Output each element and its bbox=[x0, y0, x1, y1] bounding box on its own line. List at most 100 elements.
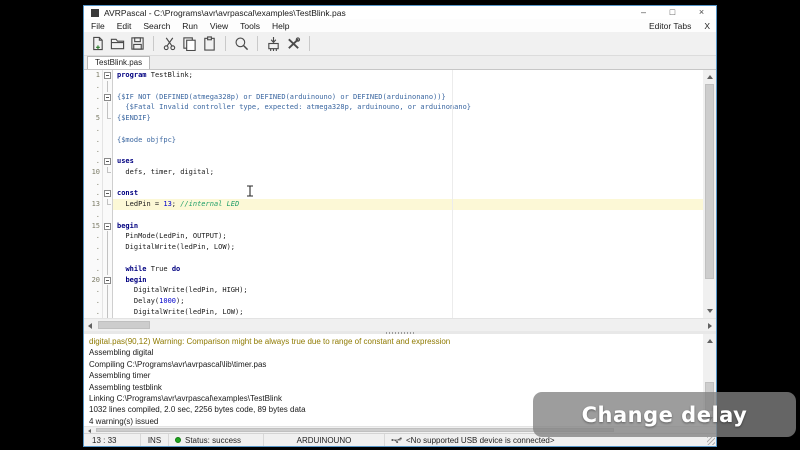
code-line[interactable]: . Delay(1000); bbox=[84, 296, 703, 307]
editor-horizontal-scrollbar-thumb[interactable] bbox=[98, 321, 150, 329]
code-line[interactable]: 5{$ENDIF} bbox=[84, 113, 703, 124]
fold-column[interactable] bbox=[102, 156, 112, 167]
scroll-left-icon[interactable] bbox=[88, 323, 92, 329]
code-text[interactable]: defs, timer, digital; bbox=[113, 167, 703, 178]
code-text[interactable] bbox=[113, 145, 703, 156]
code-text[interactable]: {$IF NOT (DEFINED(atmega328p) or DEFINED… bbox=[113, 92, 703, 103]
editor-tabs-close-button[interactable]: X bbox=[704, 21, 710, 31]
code-text[interactable]: LedPin = 13; //internal LED bbox=[113, 199, 703, 210]
code-line[interactable]: .{$mode objfpc} bbox=[84, 135, 703, 146]
code-line[interactable]: 20 begin bbox=[84, 275, 703, 286]
code-line[interactable]: . bbox=[84, 145, 703, 156]
fold-line bbox=[107, 253, 108, 264]
code-text[interactable] bbox=[113, 81, 703, 92]
scroll-up-icon[interactable] bbox=[707, 339, 713, 343]
code-line[interactable]: .{$IF NOT (DEFINED(atmega328p) or DEFINE… bbox=[84, 92, 703, 103]
code-line[interactable]: . DigitalWrite(ledPin, LOW); bbox=[84, 307, 703, 318]
code-text[interactable] bbox=[113, 210, 703, 221]
fold-column[interactable] bbox=[102, 92, 112, 103]
tab-testblink[interactable]: TestBlink.pas bbox=[87, 56, 150, 69]
scroll-right-icon[interactable] bbox=[708, 323, 712, 329]
code-text[interactable] bbox=[113, 178, 703, 189]
code-line[interactable]: . bbox=[84, 210, 703, 221]
code-text[interactable] bbox=[113, 124, 703, 135]
code-line[interactable]: . bbox=[84, 124, 703, 135]
editor-horizontal-scrollbar[interactable] bbox=[84, 318, 716, 331]
code-line[interactable]: . {$Fatal Invalid controller type, expec… bbox=[84, 102, 703, 113]
menu-run[interactable]: Run bbox=[182, 21, 198, 31]
maximize-button[interactable]: □ bbox=[658, 6, 687, 19]
board-name: ARDUINOUNO bbox=[264, 434, 385, 446]
copy-icon[interactable] bbox=[182, 36, 197, 51]
code-text[interactable]: const bbox=[113, 188, 703, 199]
fold-column[interactable] bbox=[102, 275, 112, 286]
code-line[interactable]: 10 defs, timer, digital; bbox=[84, 167, 703, 178]
editor-vertical-scrollbar[interactable] bbox=[703, 70, 716, 318]
fold-marker-icon[interactable] bbox=[104, 190, 111, 197]
menu-edit[interactable]: Edit bbox=[117, 21, 132, 31]
save-file-icon[interactable] bbox=[130, 36, 145, 51]
code-text[interactable]: begin bbox=[113, 221, 703, 232]
fold-marker-icon[interactable] bbox=[104, 223, 111, 230]
code-text[interactable]: DigitalWrite(ledPin, LOW); bbox=[113, 307, 703, 318]
code-text[interactable] bbox=[113, 253, 703, 264]
gutter: 1 bbox=[84, 70, 113, 81]
resize-grip-icon[interactable] bbox=[707, 437, 715, 445]
code-line[interactable]: . DigitalWrite(ledPin, HIGH); bbox=[84, 285, 703, 296]
search-icon[interactable] bbox=[234, 36, 249, 51]
code-text[interactable]: {$ENDIF} bbox=[113, 113, 703, 124]
menu-help[interactable]: Help bbox=[272, 21, 289, 31]
fold-column[interactable] bbox=[102, 221, 112, 232]
fold-marker-icon[interactable] bbox=[104, 158, 111, 165]
code-line[interactable]: 13 LedPin = 13; //internal LED bbox=[84, 199, 703, 210]
scroll-left-icon[interactable] bbox=[88, 429, 91, 433]
code-text[interactable]: DigitalWrite(ledPin, LOW); bbox=[113, 242, 703, 253]
menu-search[interactable]: Search bbox=[143, 21, 170, 31]
new-file-icon[interactable] bbox=[90, 36, 105, 51]
code-line[interactable]: .uses bbox=[84, 156, 703, 167]
code-text[interactable]: uses bbox=[113, 156, 703, 167]
code-text[interactable]: DigitalWrite(ledPin, HIGH); bbox=[113, 285, 703, 296]
code-line[interactable]: . bbox=[84, 253, 703, 264]
line-number: . bbox=[84, 296, 102, 307]
code-line[interactable]: 15begin bbox=[84, 221, 703, 232]
code-line[interactable]: .const bbox=[84, 188, 703, 199]
code-line[interactable]: . DigitalWrite(ledPin, LOW); bbox=[84, 242, 703, 253]
line-number: . bbox=[84, 285, 102, 296]
code-line[interactable]: 1program TestBlink; bbox=[84, 70, 703, 81]
fold-marker-icon[interactable] bbox=[104, 277, 111, 284]
paste-icon[interactable] bbox=[202, 36, 217, 51]
fold-column bbox=[102, 102, 112, 113]
menu-view[interactable]: View bbox=[210, 21, 228, 31]
editor-vertical-scrollbar-thumb[interactable] bbox=[705, 84, 714, 279]
cut-icon[interactable] bbox=[162, 36, 177, 51]
code-editor[interactable]: 1program TestBlink;..{$IF NOT (DEFINED(a… bbox=[84, 70, 703, 318]
code-line[interactable]: . bbox=[84, 81, 703, 92]
code-text[interactable]: {$Fatal Invalid controller type, expecte… bbox=[113, 102, 703, 113]
code-text[interactable]: {$mode objfpc} bbox=[113, 135, 703, 146]
fold-marker-icon[interactable] bbox=[104, 72, 111, 79]
scroll-down-icon[interactable] bbox=[707, 309, 713, 313]
fold-column[interactable] bbox=[102, 188, 112, 199]
fold-column[interactable] bbox=[102, 70, 112, 81]
code-line[interactable]: . while True do bbox=[84, 264, 703, 275]
program-chip-icon[interactable] bbox=[266, 36, 281, 51]
minimize-button[interactable]: – bbox=[629, 6, 658, 19]
toolbar bbox=[84, 32, 716, 56]
code-line[interactable]: . bbox=[84, 178, 703, 189]
menu-file[interactable]: File bbox=[91, 21, 105, 31]
tools-icon[interactable] bbox=[286, 36, 301, 51]
line-number: . bbox=[84, 307, 102, 318]
open-file-icon[interactable] bbox=[110, 36, 125, 51]
fold-marker-icon[interactable] bbox=[104, 94, 111, 101]
scroll-up-icon[interactable] bbox=[707, 75, 713, 79]
code-text[interactable]: begin bbox=[113, 275, 703, 286]
code-text[interactable]: Delay(1000); bbox=[113, 296, 703, 307]
code-text[interactable]: while True do bbox=[113, 264, 703, 275]
code-text[interactable]: program TestBlink; bbox=[113, 70, 703, 81]
close-button[interactable]: × bbox=[687, 6, 716, 19]
code-line[interactable]: . PinMode(LedPin, OUTPUT); bbox=[84, 231, 703, 242]
code-text[interactable]: PinMode(LedPin, OUTPUT); bbox=[113, 231, 703, 242]
editor-tabs-label[interactable]: Editor Tabs bbox=[649, 21, 691, 31]
menu-tools[interactable]: Tools bbox=[240, 21, 260, 31]
